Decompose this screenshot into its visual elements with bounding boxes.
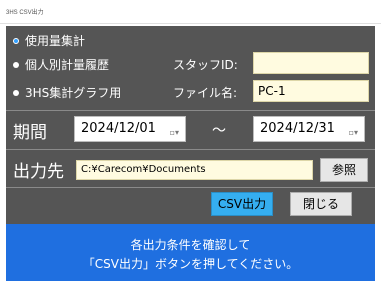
title-bar: 3HS CSV出力 <box>0 0 381 24</box>
option-label: 3HS集計グラフ用 <box>25 86 122 100</box>
window-title: 3HS CSV出力 <box>6 10 44 16</box>
csv-export-button[interactable]: CSV出力 <box>211 192 273 216</box>
calendar-dropdown-icon[interactable]: ▫▾ <box>349 124 358 142</box>
end-date-picker[interactable]: 2024/12/31 ▫▾ <box>253 116 365 142</box>
start-date-picker[interactable]: 2024/12/01 ▫▾ <box>74 116 186 142</box>
file-name-input[interactable]: PC-1 <box>253 80 369 102</box>
separator <box>6 149 375 150</box>
radio-icon <box>13 61 19 68</box>
calendar-dropdown-icon[interactable]: ▫▾ <box>170 124 179 142</box>
option-label: 使用量集計 <box>25 34 86 48</box>
file-name-label: ファイル名: <box>173 86 238 100</box>
radio-icon <box>13 89 19 96</box>
close-button[interactable]: 閉じる <box>290 192 352 216</box>
staff-id-label: スタッフID: <box>173 58 238 72</box>
option-3hs-graph[interactable]: 3HS集計グラフ用 <box>13 84 121 101</box>
instruction-line-1: 各出力条件を確認して <box>130 238 251 252</box>
radio-selected-icon <box>13 37 19 44</box>
option-personal-history[interactable]: 個人別計量履歴 <box>13 56 109 73</box>
separator <box>6 187 375 188</box>
staff-id-input[interactable] <box>253 52 369 74</box>
end-date-value: 2024/12/31 <box>260 121 335 136</box>
output-label: 出力先 <box>13 162 64 182</box>
option-usage-summary[interactable]: 使用量集計 <box>13 32 85 49</box>
separator <box>6 110 375 111</box>
browse-button[interactable]: 参照 <box>320 158 368 182</box>
option-label: 個人別計量履歴 <box>25 58 110 72</box>
period-label: 期間 <box>13 123 47 143</box>
output-path-input[interactable]: C:¥Carecom¥Documents <box>76 160 313 180</box>
instruction-line-2: 「CSV出力」ボタンを押してください。 <box>82 257 299 271</box>
start-date-value: 2024/12/01 <box>81 121 156 136</box>
period-separator: ～ <box>212 123 226 139</box>
instruction-banner: 各出力条件を確認して 「CSV出力」ボタンを押してください。 <box>6 224 375 281</box>
